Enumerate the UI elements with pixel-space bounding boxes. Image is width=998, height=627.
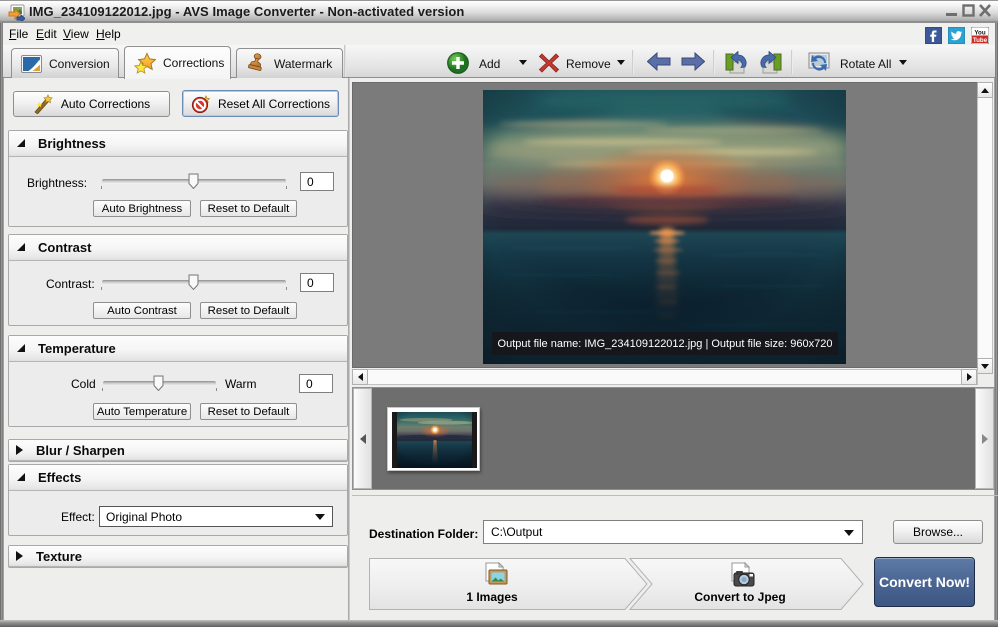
svg-text:You: You: [974, 29, 985, 36]
svg-text:Output file name: IMG_23410912: Output file name: IMG_234109122012.jpg |…: [498, 338, 833, 350]
svg-text:Tube: Tube: [973, 37, 988, 44]
